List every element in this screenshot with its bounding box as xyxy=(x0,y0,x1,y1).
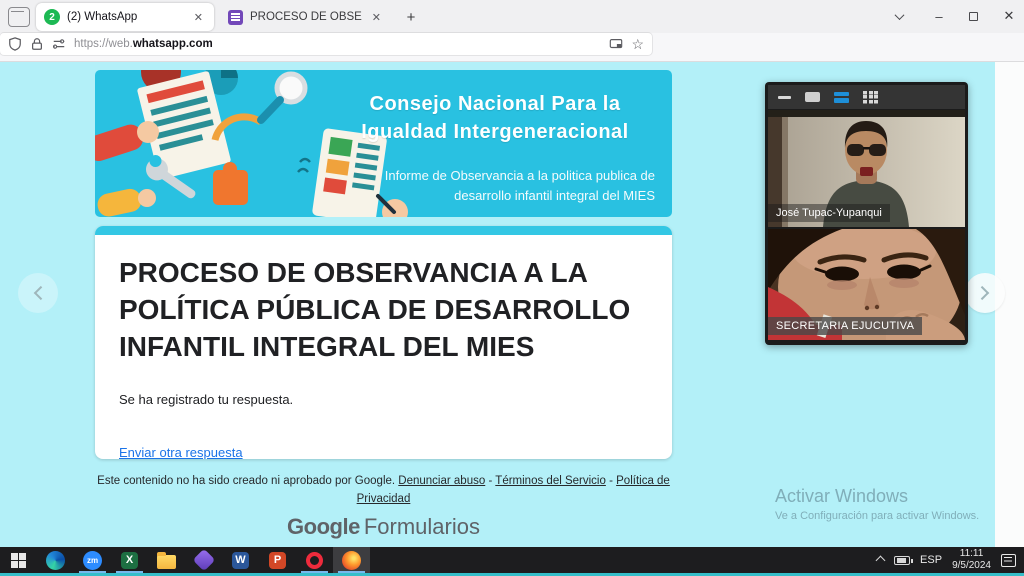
watermark-title: Activar Windows xyxy=(775,486,979,507)
desktop: 2 (2) WhatsApp ✕ PROCESO DE OBSERVANCIA … xyxy=(0,0,1024,576)
battery-icon[interactable] xyxy=(894,556,910,565)
google-forms-logo: GoogleFormularios xyxy=(95,514,672,540)
restore-window-button[interactable] xyxy=(958,0,988,32)
taskbar-edge[interactable] xyxy=(37,547,74,573)
form-card: PROCESO DE OBSERVANCIA A LA POLÍTICA PÚB… xyxy=(95,226,672,459)
start-button[interactable] xyxy=(0,547,37,573)
file-explorer-icon xyxy=(157,555,176,569)
video-feed-participant-2: SECRETARIA EJUCUTIVA xyxy=(768,229,965,340)
taskbar-file-explorer[interactable] xyxy=(148,547,185,573)
restore-icon xyxy=(969,12,978,21)
participant-1-name: José Tupac-Yupanqui xyxy=(768,204,890,222)
language-indicator[interactable]: ESP xyxy=(920,554,942,566)
taskbar-microsoft-365[interactable] xyxy=(185,547,222,573)
video-feed-participant-1: José Tupac-Yupanqui xyxy=(768,110,965,227)
video-call-titlebar[interactable] xyxy=(768,85,965,109)
excel-icon: X xyxy=(121,552,138,569)
speaker-view-icon[interactable] xyxy=(834,92,849,103)
clock-time: 11:11 xyxy=(952,548,991,561)
card-accent-bar xyxy=(95,226,672,235)
browser-tab-bar: 2 (2) WhatsApp ✕ PROCESO DE OBSERVANCIA … xyxy=(0,0,1024,33)
taskbar-clock[interactable]: 11:11 9/5/2024 xyxy=(952,548,991,573)
footer-disclaimer: Este contenido no ha sido creado ni apro… xyxy=(97,475,395,487)
separator: - xyxy=(488,475,492,487)
minimize-icon[interactable] xyxy=(778,96,791,99)
form-header-banner: Consejo Nacional Para laIgualdad Interge… xyxy=(95,70,672,217)
action-center-icon[interactable] xyxy=(1001,554,1016,567)
microsoft-365-icon xyxy=(192,549,215,572)
submit-another-response-link[interactable]: Enviar otra respuesta xyxy=(119,445,243,459)
banner-subtitle: Informe de Observancia a la politica pub… xyxy=(343,166,655,206)
watermark-subtitle: Ve a Configuración para activar Windows. xyxy=(775,510,979,522)
tray-chevron-up-icon[interactable] xyxy=(876,555,886,565)
page-content: Consejo Nacional Para laIgualdad Interge… xyxy=(0,62,1024,547)
tab-whatsapp[interactable]: 2 (2) WhatsApp ✕ xyxy=(36,3,214,31)
send-to-device-icon[interactable] xyxy=(609,37,623,51)
permissions-icon[interactable] xyxy=(52,37,66,51)
word-icon: W xyxy=(232,552,249,569)
activate-windows-watermark: Activar Windows Ve a Configuración para … xyxy=(775,486,979,522)
google-forms-icon xyxy=(228,10,243,25)
chevron-right-icon xyxy=(975,286,989,300)
minimize-window-button[interactable]: – xyxy=(924,0,954,32)
next-image-button[interactable] xyxy=(965,273,1005,313)
report-abuse-link[interactable]: Denunciar abuso xyxy=(398,475,485,487)
google-wordmark: Google xyxy=(287,514,360,539)
zoom-icon: zm xyxy=(83,551,102,570)
shield-icon[interactable] xyxy=(8,37,22,51)
banner-title: Consejo Nacional Para laIgualdad Interge… xyxy=(333,90,657,146)
windows-taskbar: zm X W P ESP 11:11 9/5/2024 xyxy=(0,547,1024,573)
windows-logo-icon xyxy=(11,553,26,568)
chevron-left-icon xyxy=(34,286,48,300)
tab-google-form[interactable]: PROCESO DE OBSERVANCIA A L ✕ xyxy=(220,3,392,31)
formularios-wordmark: Formularios xyxy=(364,514,480,539)
tab-title: (2) WhatsApp xyxy=(67,11,184,23)
video-call-window: José Tupac-Yupanqui xyxy=(765,82,968,345)
separator: - xyxy=(609,475,613,487)
taskbar-excel[interactable]: X xyxy=(111,547,148,573)
bookmark-star-icon[interactable]: ☆ xyxy=(631,36,644,53)
new-tab-button[interactable]: + xyxy=(400,6,422,28)
taskbar-zoom[interactable]: zm xyxy=(74,547,111,573)
edge-icon xyxy=(46,551,65,570)
participant-2-name: SECRETARIA EJUCUTIVA xyxy=(768,317,922,335)
chevron-down-icon xyxy=(894,10,904,20)
close-tab-icon[interactable]: ✕ xyxy=(369,10,384,25)
clock-date: 9/5/2024 xyxy=(952,560,991,573)
address-bar[interactable]: https://web.whatsapp.com ☆ xyxy=(0,33,652,55)
taskbar-word[interactable]: W xyxy=(222,547,259,573)
previous-image-button[interactable] xyxy=(18,273,58,313)
url-text: https://web.whatsapp.com xyxy=(74,38,213,50)
list-tabs-button[interactable] xyxy=(884,0,914,32)
taskbar-powerpoint[interactable]: P xyxy=(259,547,296,573)
firefox-view-icon[interactable] xyxy=(8,7,30,27)
close-window-button[interactable]: ✕ xyxy=(994,0,1024,32)
terms-link[interactable]: Términos del Servicio xyxy=(495,475,606,487)
taskbar-firefox[interactable] xyxy=(333,547,370,573)
form-confirmation-text: Se ha registrado tu respuesta. xyxy=(119,392,648,407)
form-title: PROCESO DE OBSERVANCIA A LA POLÍTICA PÚB… xyxy=(119,255,654,366)
lock-icon[interactable] xyxy=(30,37,44,51)
opera-icon xyxy=(306,552,323,569)
form-footer: Este contenido no ha sido creado ni apro… xyxy=(95,472,672,509)
powerpoint-icon: P xyxy=(269,552,286,569)
close-tab-icon[interactable]: ✕ xyxy=(191,10,206,25)
browser-toolbar: ← → https://web.whatsapp.com xyxy=(0,33,1024,62)
taskbar-opera[interactable] xyxy=(296,547,333,573)
system-tray: ESP 11:11 9/5/2024 xyxy=(877,548,1024,573)
maximize-icon[interactable] xyxy=(805,92,820,102)
whatsapp-badge-icon: 2 xyxy=(44,9,60,25)
gallery-view-icon[interactable] xyxy=(863,91,878,104)
tab-title: PROCESO DE OBSERVANCIA A L xyxy=(250,11,362,23)
firefox-icon xyxy=(342,551,361,570)
